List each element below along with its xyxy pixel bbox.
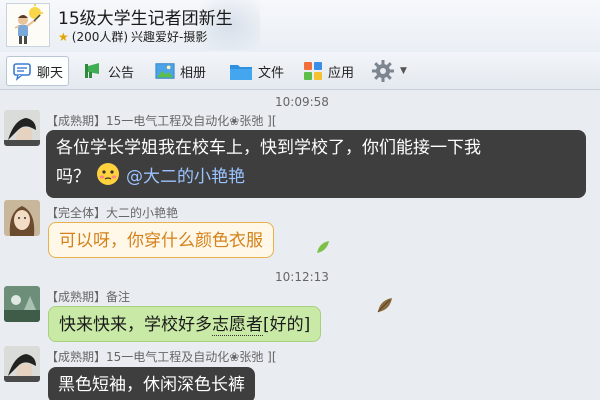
group-subtitle: ★ (200人群) 兴趣爱好-摄影 — [58, 28, 207, 45]
apps-icon — [304, 62, 322, 80]
message-text-line2: 吗？ @大二的小艳艳 — [56, 162, 576, 195]
message-bubble[interactable]: 黑色短袖，休闲深色长裤 — [48, 367, 255, 400]
sender-name: 【成熟期】15一电气工程及自动化❀张弛 ][ — [46, 350, 277, 364]
chevron-down-icon[interactable]: ▼ — [400, 66, 407, 76]
member-count: (200人群) — [71, 30, 129, 44]
message-bubble[interactable]: 快来快来，学校好多志愿者[好的] — [48, 306, 322, 342]
folder-icon — [230, 65, 252, 80]
group-name: 15级大学生记者团新生 — [58, 9, 233, 29]
leaf-decoration-icon — [317, 241, 329, 253]
toolbar: 聊天 公告 相册 文件 应用 ▼ — [0, 52, 600, 90]
tab-files-label: 文件 — [258, 65, 285, 81]
message-text-underlined: 志愿者 — [212, 315, 263, 336]
tab-chat[interactable]: 聊天 — [6, 56, 70, 86]
avatar[interactable] — [4, 110, 40, 146]
star-icon: ★ — [58, 29, 69, 44]
tab-files[interactable]: 文件 — [224, 56, 289, 86]
tab-announcement-label: 公告 — [108, 65, 135, 81]
avatar[interactable] — [4, 286, 40, 322]
chat-icon — [13, 63, 31, 81]
gear-icon — [372, 60, 394, 82]
tab-announcement[interactable]: 公告 — [78, 56, 139, 86]
message-text-tail: [好的] — [263, 315, 311, 335]
tab-album-label: 相册 — [180, 65, 207, 81]
sender-name: 【完全体】大二的小艳艳 — [46, 206, 179, 220]
settings-button[interactable] — [366, 56, 400, 86]
tab-album[interactable]: 相册 — [150, 56, 211, 86]
tab-apps-label: 应用 — [328, 65, 355, 81]
photo-icon — [155, 63, 175, 79]
avatar[interactable] — [4, 200, 40, 236]
bubble-decoration-icon — [377, 298, 392, 313]
emoji-blush-icon — [96, 162, 120, 195]
message-text: 快来快来，学校好多 — [59, 315, 212, 335]
sender-name: 【成熟期】15一电气工程及自动化❀张弛 ][ — [46, 114, 277, 128]
tab-chat-label: 聊天 — [37, 65, 64, 81]
avatar[interactable] — [4, 346, 40, 382]
chat-header: 15级大学生记者团新生 ★ (200人群) 兴趣爱好-摄影 — [0, 0, 600, 52]
sender-name: 【成熟期】备注 — [46, 290, 131, 304]
mention-link[interactable]: @大二的小艳艳 — [126, 167, 245, 187]
group-interests: 兴趣爱好-摄影 — [131, 30, 208, 44]
group-avatar-icon[interactable] — [6, 3, 50, 47]
message-list[interactable]: 10:09:58 【成熟期】15一电气工程及自动化❀张弛 ][ 各位学长学姐我在… — [0, 90, 600, 400]
tab-apps[interactable]: 应用 — [298, 56, 359, 86]
message-bubble[interactable]: 各位学长学姐我在校车上，快到学校了，你们能接一下我 吗？ @大二的小艳艳 — [46, 130, 586, 198]
timestamp: 10:09:58 — [275, 95, 329, 109]
message-text: 各位学长学姐我在校车上，快到学校了，你们能接一下我 — [56, 138, 481, 158]
timestamp: 10:12:13 — [275, 270, 329, 284]
megaphone-icon — [85, 63, 99, 78]
message-text: 可以呀，你穿什么颜色衣服 — [59, 231, 263, 251]
message-bubble[interactable]: 可以呀，你穿什么颜色衣服 — [48, 222, 274, 258]
message-text: 黑色短袖，休闲深色长裤 — [58, 375, 245, 395]
